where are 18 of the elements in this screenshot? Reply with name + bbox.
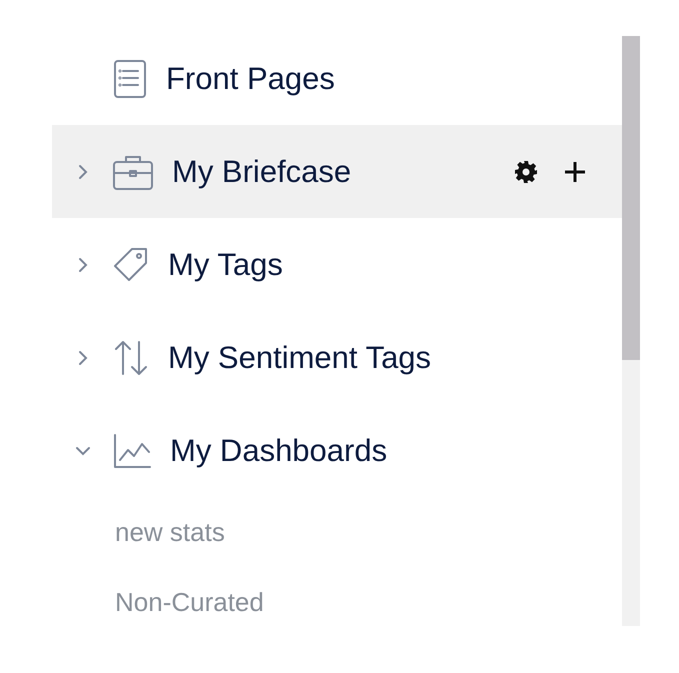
nav-item[interactable]: My Sentiment Tags (52, 311, 622, 404)
sort-arrows-icon (112, 338, 150, 376)
nav-item[interactable]: Front Pages (52, 32, 622, 125)
tag-icon (112, 246, 150, 284)
nav-item[interactable]: My Dashboards (52, 404, 622, 497)
plus-icon[interactable] (564, 160, 586, 182)
nav-item-label: My Dashboards (170, 432, 388, 468)
nav-item-label: My Tags (168, 246, 283, 282)
scrollbar-track[interactable] (622, 36, 640, 626)
nav-item-label: My Briefcase (172, 154, 352, 190)
scrollbar-thumb[interactable] (622, 36, 640, 360)
document-icon (112, 58, 148, 98)
nav-item-label: My Sentiment Tags (168, 340, 432, 376)
nav-item[interactable]: My Tags (52, 218, 622, 311)
line-chart-icon (112, 432, 152, 470)
settings-icon[interactable] (514, 160, 538, 184)
nav-item[interactable]: My Briefcase (52, 125, 622, 218)
nav-item-label: Front Pages (166, 60, 335, 96)
